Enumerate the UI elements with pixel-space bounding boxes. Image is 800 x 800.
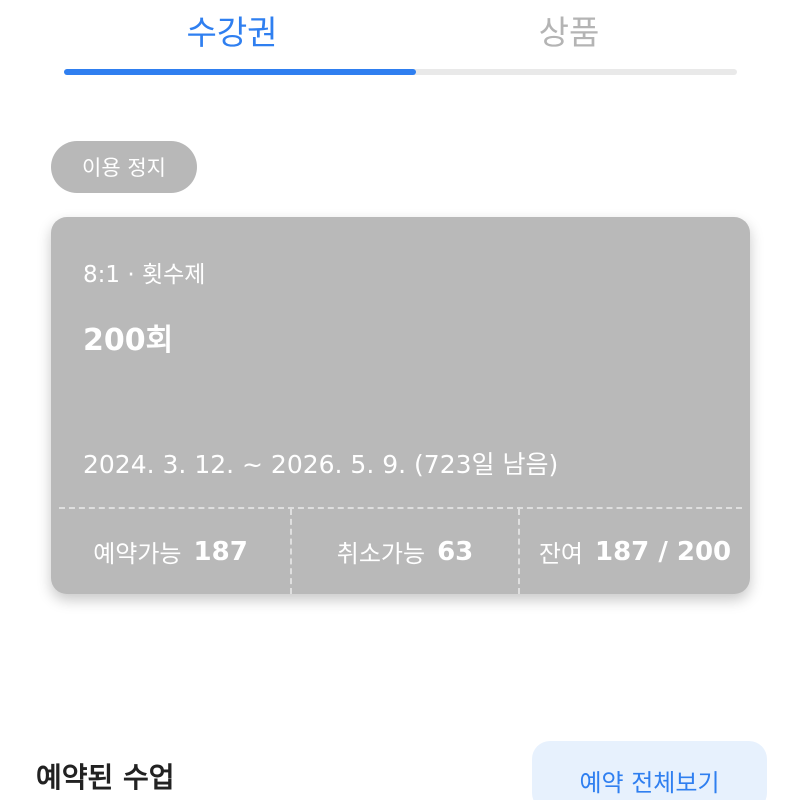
pass-period: 2024. 3. 12. ~ 2026. 5. 9. (723일 남음) (83, 450, 559, 479)
tab-bar: 수강권 상품 (64, 0, 737, 76)
view-all-reservations-button[interactable]: 예약 전체보기 (532, 741, 767, 800)
stat-label: 예약가능 (93, 540, 182, 568)
stat-remaining: 잔여 187 / 200 (518, 509, 750, 594)
stat-label: 잔여 (538, 540, 583, 568)
stat-value: 63 (437, 536, 474, 567)
stat-value: 187 / 200 (595, 536, 732, 567)
pass-count: 200회 (83, 323, 174, 358)
pass-card[interactable]: 8:1 · 횟수제 200회 2024. 3. 12. ~ 2026. 5. 9… (51, 217, 750, 594)
tab-products[interactable]: 상품 (401, 0, 737, 60)
stat-reservable: 예약가능 187 (51, 509, 290, 594)
stat-value: 187 (193, 536, 248, 567)
pass-type: 8:1 · 횟수제 (83, 262, 206, 288)
stat-cancelable: 취소가능 63 (290, 509, 518, 594)
reserved-classes-title: 예약된 수업 (36, 761, 175, 794)
tab-pass[interactable]: 수강권 (64, 0, 400, 60)
pass-stats: 예약가능 187 취소가능 63 잔여 187 / 200 (51, 509, 750, 594)
stat-label: 취소가능 (336, 540, 426, 568)
status-badge: 이용 정지 (51, 141, 197, 193)
tab-active-indicator (64, 69, 416, 75)
pass-screen: 수강권 상품 이용 정지 8:1 · 횟수제 200회 2024. 3. 12.… (0, 0, 800, 800)
